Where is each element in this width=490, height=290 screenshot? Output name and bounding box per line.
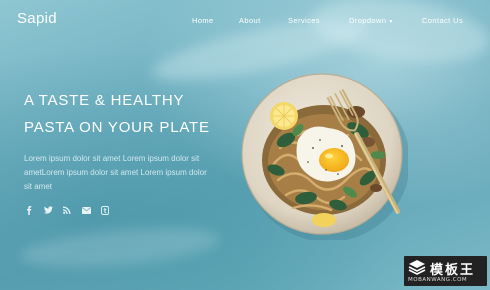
- watermark-title: 模板王: [430, 263, 476, 278]
- main-nav: Home About Services Dropdown ▾ Contact Us: [0, 16, 490, 28]
- twitter-icon[interactable]: [43, 205, 53, 215]
- watermark-badge: 模板王 MOBANWANG.COM: [404, 256, 487, 286]
- tumblr-icon[interactable]: [100, 205, 110, 215]
- nav-home[interactable]: Home: [192, 16, 214, 25]
- watermark-url: MOBANWANG.COM: [408, 277, 468, 283]
- hero-headline-line1: A TASTE & HEALTHY: [24, 92, 185, 109]
- nav-about[interactable]: About: [239, 16, 261, 25]
- nav-dropdown[interactable]: Dropdown ▾: [349, 16, 393, 25]
- mail-icon[interactable]: [81, 205, 91, 215]
- chevron-down-icon: ▾: [389, 19, 393, 25]
- nav-dropdown-label: Dropdown: [349, 16, 387, 25]
- social-links: [24, 205, 110, 215]
- rss-icon[interactable]: [62, 205, 72, 215]
- facebook-icon[interactable]: [24, 205, 34, 215]
- brush-streak: [18, 221, 222, 274]
- nav-contact[interactable]: Contact Us: [422, 16, 463, 25]
- hero-body-text: Lorem ipsum dolor sit amet Lorem ipsum d…: [24, 154, 207, 191]
- hero-headline-line2: PASTA ON YOUR PLATE: [24, 119, 210, 136]
- nav-services[interactable]: Services: [288, 16, 320, 25]
- watermark-logo-icon: [408, 260, 426, 275]
- pasta-plate-image: [238, 70, 410, 242]
- brush-streak: [306, 0, 490, 73]
